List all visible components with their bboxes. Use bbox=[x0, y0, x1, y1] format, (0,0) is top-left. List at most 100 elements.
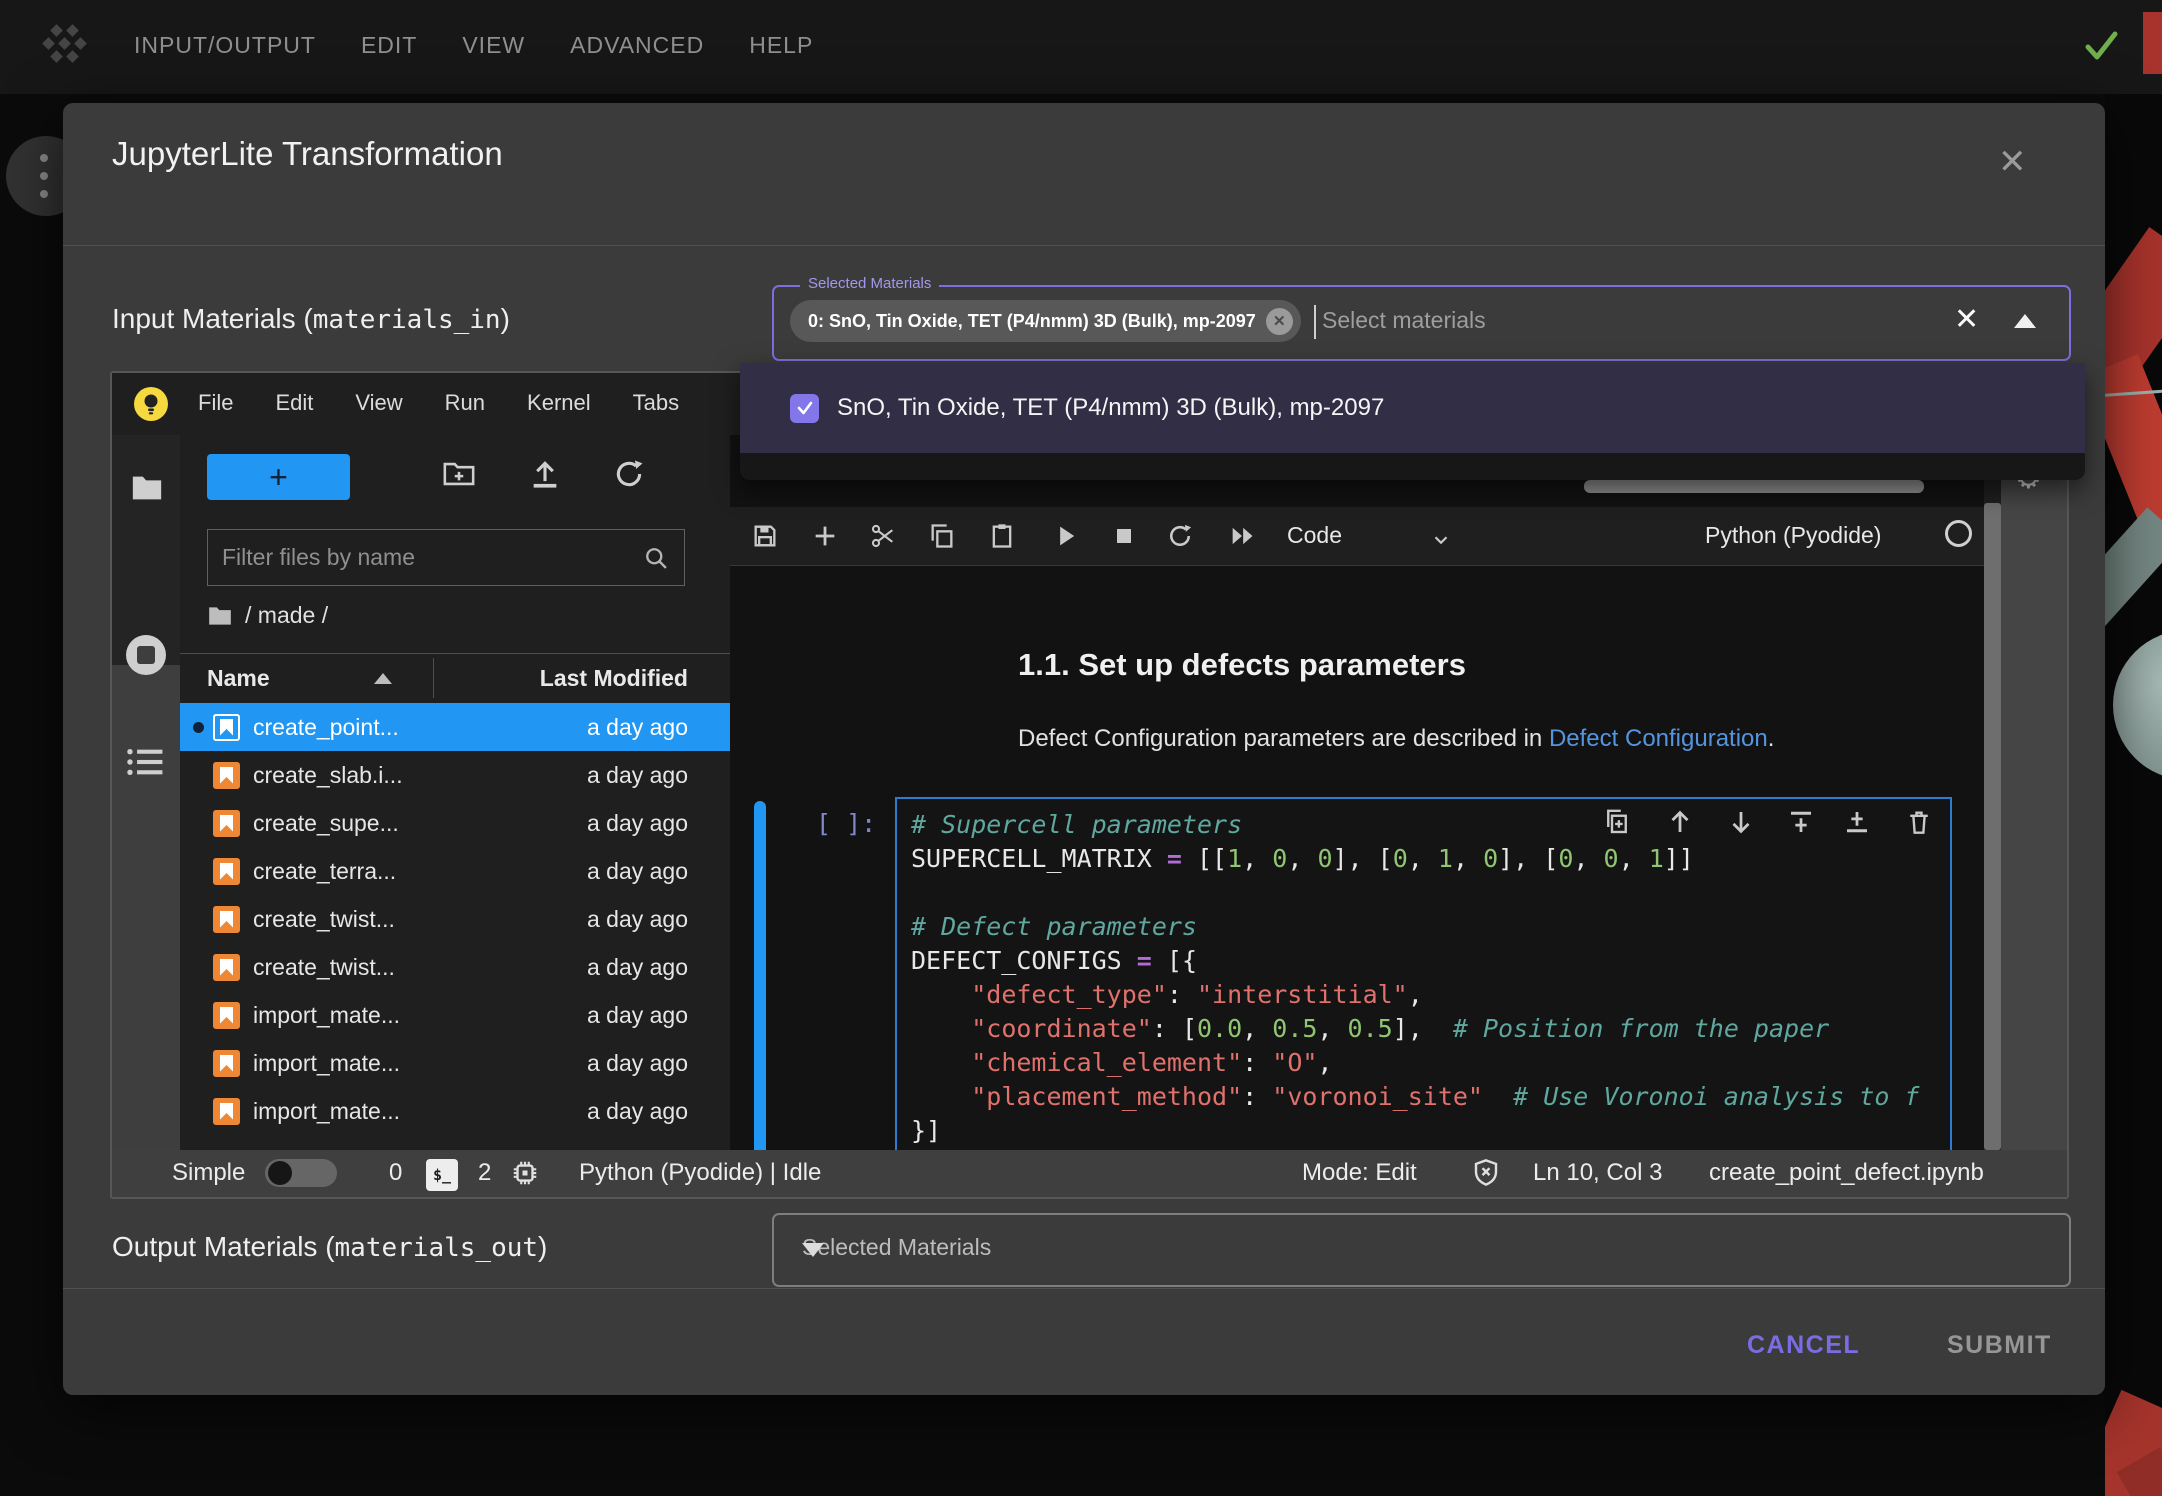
add-cell-icon[interactable] bbox=[811, 522, 839, 550]
cancel-button[interactable]: CANCEL bbox=[1747, 1331, 1860, 1360]
kernel-status-text[interactable]: Python (Pyodide) | Idle bbox=[579, 1159, 821, 1187]
unsaved-dot-icon bbox=[193, 722, 204, 733]
file-row[interactable]: create_point... a day ago bbox=[180, 703, 730, 751]
app-menu: INPUT/OUTPUT EDIT VIEW ADVANCED HELP bbox=[134, 32, 813, 59]
jmenu-file[interactable]: File bbox=[198, 390, 233, 416]
material-chip-label: 0: SnO, Tin Oxide, TET (P4/nmm) 3D (Bulk… bbox=[808, 311, 1256, 332]
file-row[interactable]: create_twist... a day ago bbox=[180, 895, 730, 943]
shield-x-icon[interactable] bbox=[1470, 1157, 1502, 1189]
copy-icon[interactable] bbox=[928, 522, 956, 550]
app-logo[interactable] bbox=[40, 22, 96, 70]
file-row[interactable]: create_terra... a day ago bbox=[180, 847, 730, 895]
close-icon[interactable]: ✕ bbox=[1998, 145, 2027, 179]
notebook-file-icon bbox=[213, 906, 240, 933]
cut-icon[interactable] bbox=[869, 522, 897, 550]
active-cell-indicator[interactable] bbox=[754, 801, 766, 1157]
file-name: import_mate... bbox=[253, 1098, 587, 1125]
list-icon[interactable] bbox=[126, 745, 164, 779]
kernel-status-icon[interactable] bbox=[1945, 520, 1972, 547]
file-name: create_point... bbox=[253, 714, 587, 741]
menu-edit[interactable]: EDIT bbox=[361, 32, 417, 59]
folder-icon[interactable] bbox=[130, 473, 164, 503]
current-filename: create_point_defect.ipynb bbox=[1709, 1159, 1984, 1187]
sort-asc-icon[interactable] bbox=[374, 673, 392, 684]
simple-toggle[interactable] bbox=[265, 1159, 337, 1187]
defect-configuration-link[interactable]: Defect Configuration bbox=[1549, 725, 1768, 752]
jmenu-edit[interactable]: Edit bbox=[275, 390, 313, 416]
jmenu-tabs[interactable]: Tabs bbox=[633, 390, 679, 416]
terminal-icon[interactable]: $_ bbox=[426, 1159, 458, 1191]
run-icon[interactable] bbox=[1052, 522, 1080, 550]
chevron-down-icon[interactable] bbox=[1430, 529, 1452, 551]
new-folder-icon[interactable] bbox=[442, 457, 476, 491]
check-icon[interactable] bbox=[2082, 26, 2122, 66]
delete-cell-icon[interactable] bbox=[1904, 807, 1934, 837]
kernel-name[interactable]: Python (Pyodide) bbox=[1705, 522, 1881, 549]
file-row[interactable]: create_slab.i... a day ago bbox=[180, 751, 730, 799]
move-down-icon[interactable] bbox=[1726, 807, 1756, 837]
cell-prompt: [ ]: bbox=[816, 809, 876, 838]
code-line bbox=[911, 876, 1952, 910]
chip-remove-icon[interactable]: ✕ bbox=[1266, 308, 1293, 335]
new-launcher-button[interactable]: + bbox=[207, 454, 350, 500]
file-row[interactable]: import_mate... a day ago bbox=[180, 1087, 730, 1135]
jmenu-run[interactable]: Run bbox=[445, 390, 485, 416]
material-option[interactable]: SnO, Tin Oxide, TET (P4/nmm) 3D (Bulk), … bbox=[740, 363, 2085, 453]
filter-files-input[interactable]: Filter files by name bbox=[207, 529, 685, 586]
save-icon[interactable] bbox=[751, 522, 779, 550]
column-last-modified[interactable]: Last Modified bbox=[540, 665, 688, 692]
jupyter-activity-bar bbox=[112, 435, 180, 1150]
output-materials-select[interactable]: Selected Materials bbox=[772, 1213, 2071, 1287]
code-line: "placement_method": "voronoi_site" # Use… bbox=[911, 1080, 1952, 1114]
divider bbox=[63, 1288, 2105, 1289]
file-row[interactable]: create_twist... a day ago bbox=[180, 943, 730, 991]
code-cell-editor[interactable]: # Supercell parametersSUPERCELL_MATRIX =… bbox=[895, 797, 1952, 1158]
file-row[interactable]: create_supe... a day ago bbox=[180, 799, 730, 847]
materials-dropdown-panel: SnO, Tin Oxide, TET (P4/nmm) 3D (Bulk), … bbox=[740, 363, 2085, 480]
duplicate-cell-icon[interactable] bbox=[1602, 807, 1632, 837]
file-row[interactable]: import_mate... a day ago bbox=[180, 991, 730, 1039]
text-caret bbox=[1314, 305, 1316, 339]
stop-icon[interactable] bbox=[1110, 522, 1138, 550]
running-kernels-icon[interactable] bbox=[126, 635, 166, 675]
notebook-file-icon bbox=[213, 1002, 240, 1029]
kernels-icon[interactable] bbox=[510, 1158, 540, 1188]
run-all-icon[interactable] bbox=[1228, 522, 1256, 550]
select-materials-placeholder[interactable]: Select materials bbox=[1322, 307, 1486, 334]
file-modified: a day ago bbox=[587, 954, 688, 981]
file-row[interactable]: import_mate... a day ago bbox=[180, 1039, 730, 1087]
notebook-file-icon bbox=[213, 1098, 240, 1125]
file-name: create_terra... bbox=[253, 858, 587, 885]
molecule-atom-gray bbox=[2113, 630, 2162, 780]
column-name[interactable]: Name bbox=[207, 665, 270, 692]
refresh-icon[interactable] bbox=[612, 457, 646, 491]
menu-input-output[interactable]: INPUT/OUTPUT bbox=[134, 32, 316, 59]
cursor-position[interactable]: Ln 10, Col 3 bbox=[1533, 1159, 1662, 1187]
selected-materials-combobox[interactable]: Selected Materials 0: SnO, Tin Oxide, TE… bbox=[772, 285, 2071, 361]
move-up-icon[interactable] bbox=[1665, 807, 1695, 837]
vertical-scrollbar[interactable] bbox=[1984, 503, 2001, 1150]
tab-scrollbar[interactable] bbox=[1584, 480, 1924, 493]
collapse-icon[interactable] bbox=[2014, 314, 2036, 328]
menu-view[interactable]: VIEW bbox=[462, 32, 525, 59]
jupyter-status-bar: Simple 0 $_ 2 Python (Pyodide) | Idle Mo… bbox=[112, 1150, 2067, 1197]
jmenu-kernel[interactable]: Kernel bbox=[527, 390, 591, 416]
dropdown-arrow-icon bbox=[802, 1243, 824, 1257]
checkbox-checked-icon[interactable] bbox=[790, 394, 819, 423]
insert-below-icon[interactable] bbox=[1842, 807, 1872, 837]
file-browser: + Filter files by name / made / Name Las… bbox=[180, 435, 731, 1150]
code-line: SUPERCELL_MATRIX = [[1, 0, 0], [0, 1, 0]… bbox=[911, 842, 1952, 876]
breadcrumb-path: / made / bbox=[245, 602, 328, 629]
jmenu-view[interactable]: View bbox=[355, 390, 402, 416]
menu-help[interactable]: HELP bbox=[749, 32, 813, 59]
insert-above-icon[interactable] bbox=[1786, 807, 1816, 837]
clear-icon[interactable]: ✕ bbox=[1954, 302, 1979, 337]
submit-button[interactable]: SUBMIT bbox=[1947, 1331, 2052, 1360]
upload-icon[interactable] bbox=[528, 457, 562, 491]
restart-icon[interactable] bbox=[1166, 522, 1194, 550]
breadcrumb[interactable]: / made / bbox=[207, 602, 328, 629]
material-chip[interactable]: 0: SnO, Tin Oxide, TET (P4/nmm) 3D (Bulk… bbox=[790, 300, 1301, 342]
cell-type-select[interactable]: Code bbox=[1287, 522, 1342, 549]
menu-advanced[interactable]: ADVANCED bbox=[570, 32, 704, 59]
paste-icon[interactable] bbox=[988, 522, 1016, 550]
